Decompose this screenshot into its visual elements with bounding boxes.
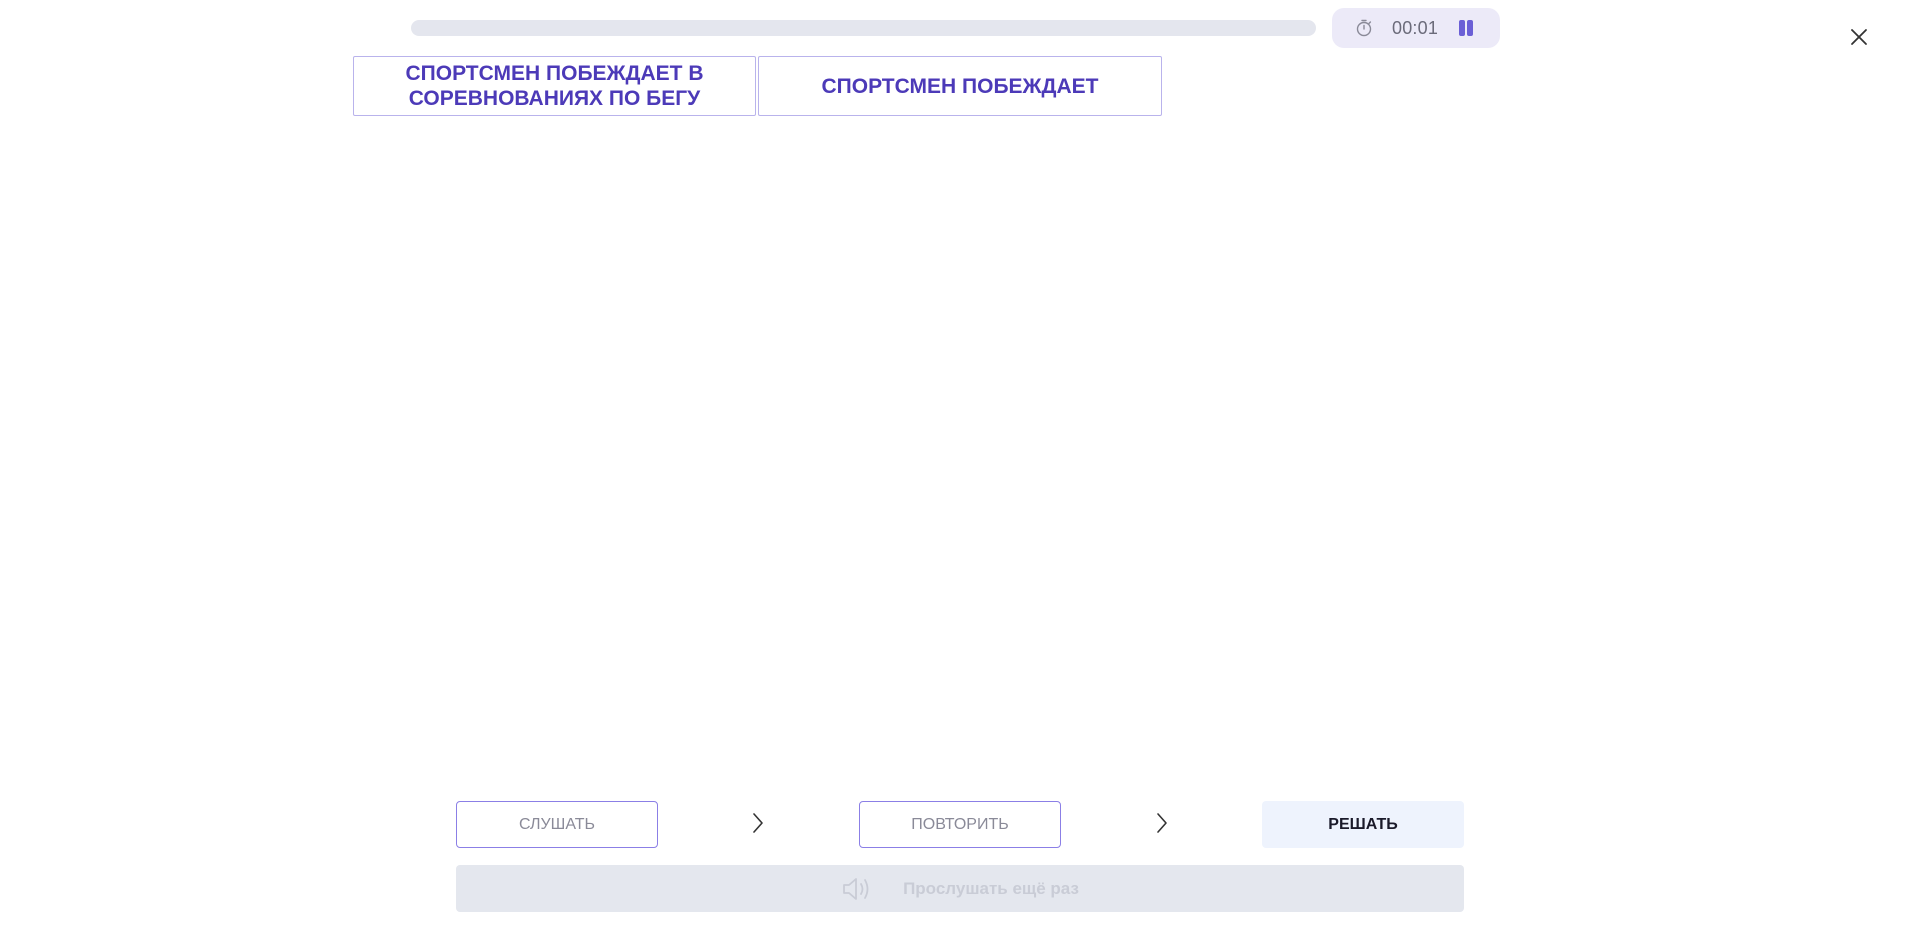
answer-card-text: СПОРТСМЕН ПОБЕЖДАЕТ В СОРЕВНОВАНИЯХ ПО Б… (405, 62, 704, 110)
exercise-page: 00:01 СПОРТСМЕН ПОБЕЖДАЕТ В СОРЕВНОВАНИЯ… (0, 0, 1920, 941)
chevron-right-icon (753, 813, 763, 833)
replay-label: Прослушать ещё раз (903, 878, 1079, 898)
speaker-icon (843, 877, 869, 900)
answer-card[interactable]: СПОРТСМЕН ПОБЕЖДАЕТ В СОРЕВНОВАНИЯХ ПО Б… (353, 56, 756, 116)
solve-step-button[interactable]: РЕШАТЬ (1262, 801, 1464, 848)
timer-pill: 00:01 (1332, 8, 1500, 48)
pause-icon (1459, 20, 1465, 36)
repeat-step-button[interactable]: ПОВТОРИТЬ (859, 801, 1061, 848)
pause-button[interactable] (1456, 18, 1476, 38)
answer-card[interactable]: СПОРТСМЕН ПОБЕЖДАЕТ (758, 56, 1162, 116)
stopwatch-icon (1356, 19, 1372, 37)
chevron-right-icon (1157, 813, 1167, 833)
progress-bar (411, 20, 1316, 36)
listen-step-button[interactable]: СЛУШАТЬ (456, 801, 658, 848)
answer-card-text: СПОРТСМЕН ПОБЕЖДАЕТ (821, 74, 1099, 98)
close-icon[interactable] (1846, 24, 1872, 50)
timer-value: 00:01 (1392, 18, 1439, 38)
replay-button[interactable]: Прослушать ещё раз (456, 865, 1464, 912)
